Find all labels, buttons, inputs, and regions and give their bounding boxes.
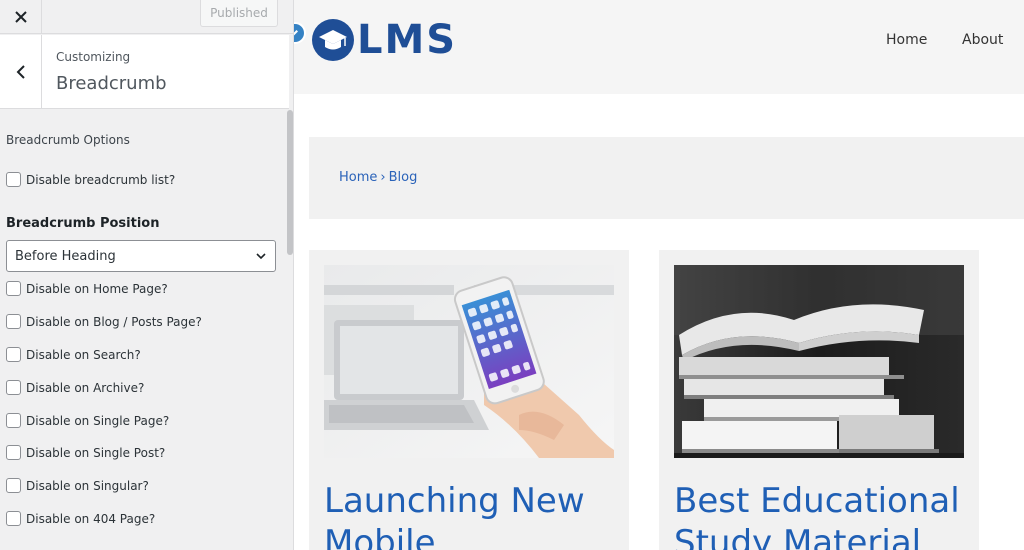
breadcrumb-separator: › [380, 170, 386, 185]
sidebar-scrollbar[interactable] [287, 110, 293, 255]
checkbox-box[interactable] [6, 478, 21, 493]
checkbox-box[interactable] [6, 445, 21, 460]
checkbox-box[interactable] [6, 380, 21, 395]
disable-breadcrumb-list-checkbox[interactable]: Disable breadcrumb list? [6, 172, 175, 187]
close-icon [14, 11, 27, 23]
chevron-down-icon [256, 253, 266, 260]
books-stack-photo[interactable] [674, 265, 964, 458]
phone-laptop-photo[interactable] [324, 265, 614, 458]
site-header: LMS Home About [294, 0, 1024, 94]
checkbox-box[interactable] [6, 172, 21, 187]
checkbox-label: Disable on Home Page? [26, 281, 168, 296]
checkbox-label: Disable on Archive? [26, 380, 145, 395]
checkbox-box[interactable] [6, 413, 21, 428]
customizer-sidebar: Published Customizing Breadcrumb Breadcr… [0, 0, 294, 550]
disable-blog-page-checkbox[interactable]: Disable on Blog / Posts Page? [6, 314, 202, 329]
post-title-link[interactable]: Launching New Mobile [324, 480, 624, 550]
disable-singular-checkbox[interactable]: Disable on Singular? [6, 478, 149, 493]
disable-search-checkbox[interactable]: Disable on Search? [6, 347, 141, 362]
back-button[interactable] [0, 35, 42, 109]
customizing-label: Customizing [56, 50, 131, 64]
checkbox-label: Disable on Search? [26, 347, 141, 362]
breadcrumb-options-heading: Breadcrumb Options [6, 133, 130, 147]
breadcrumb-position-heading: Breadcrumb Position [6, 216, 160, 231]
section-title: Breadcrumb [56, 73, 167, 94]
nav-about-link[interactable]: About [962, 32, 1003, 48]
checkbox-box[interactable] [6, 347, 21, 362]
site-logo-text[interactable]: LMS [357, 16, 457, 64]
post-title-link[interactable]: Best Educational Study Material [674, 480, 974, 550]
breadcrumb: Home › Blog [339, 170, 417, 185]
customizer-header: Published [0, 0, 293, 34]
disable-404-page-checkbox[interactable]: Disable on 404 Page? [6, 511, 155, 526]
checkbox-label: Disable breadcrumb list? [26, 172, 176, 187]
checkbox-box[interactable] [6, 314, 21, 329]
checkbox-label: Disable on 404 Page? [26, 511, 156, 526]
breadcrumb-position-select[interactable]: Before Heading [6, 240, 276, 272]
post-card: Best Educational Study Material [659, 250, 979, 550]
breadcrumb-home-link[interactable]: Home [339, 170, 377, 185]
disable-archive-checkbox[interactable]: Disable on Archive? [6, 380, 144, 395]
disable-single-post-checkbox[interactable]: Disable on Single Post? [6, 445, 165, 460]
graduation-cap-logo-icon[interactable] [311, 18, 355, 62]
section-header: Customizing Breadcrumb [0, 35, 289, 109]
checkbox-box[interactable] [6, 511, 21, 526]
checkbox-label: Disable on Singular? [26, 478, 149, 493]
breadcrumb-blog-link[interactable]: Blog [389, 170, 418, 185]
checkbox-label: Disable on Blog / Posts Page? [26, 314, 202, 329]
checkbox-box[interactable] [6, 281, 21, 296]
disable-home-page-checkbox[interactable]: Disable on Home Page? [6, 281, 168, 296]
close-customizer-button[interactable] [0, 0, 42, 34]
checkbox-label: Disable on Single Page? [26, 413, 170, 428]
disable-single-page-checkbox[interactable]: Disable on Single Page? [6, 413, 169, 428]
select-value: Before Heading [15, 248, 116, 264]
chevron-left-icon [16, 65, 25, 79]
site-preview: LMS Home About Home › Blog Launching New… [294, 0, 1024, 550]
published-button[interactable]: Published [200, 0, 278, 27]
post-card: Launching New Mobile [309, 250, 629, 550]
checkbox-label: Disable on Single Post? [26, 445, 166, 460]
nav-home-link[interactable]: Home [886, 32, 927, 48]
breadcrumb-bar: Home › Blog [309, 137, 1024, 219]
pencil-icon [294, 30, 298, 36]
